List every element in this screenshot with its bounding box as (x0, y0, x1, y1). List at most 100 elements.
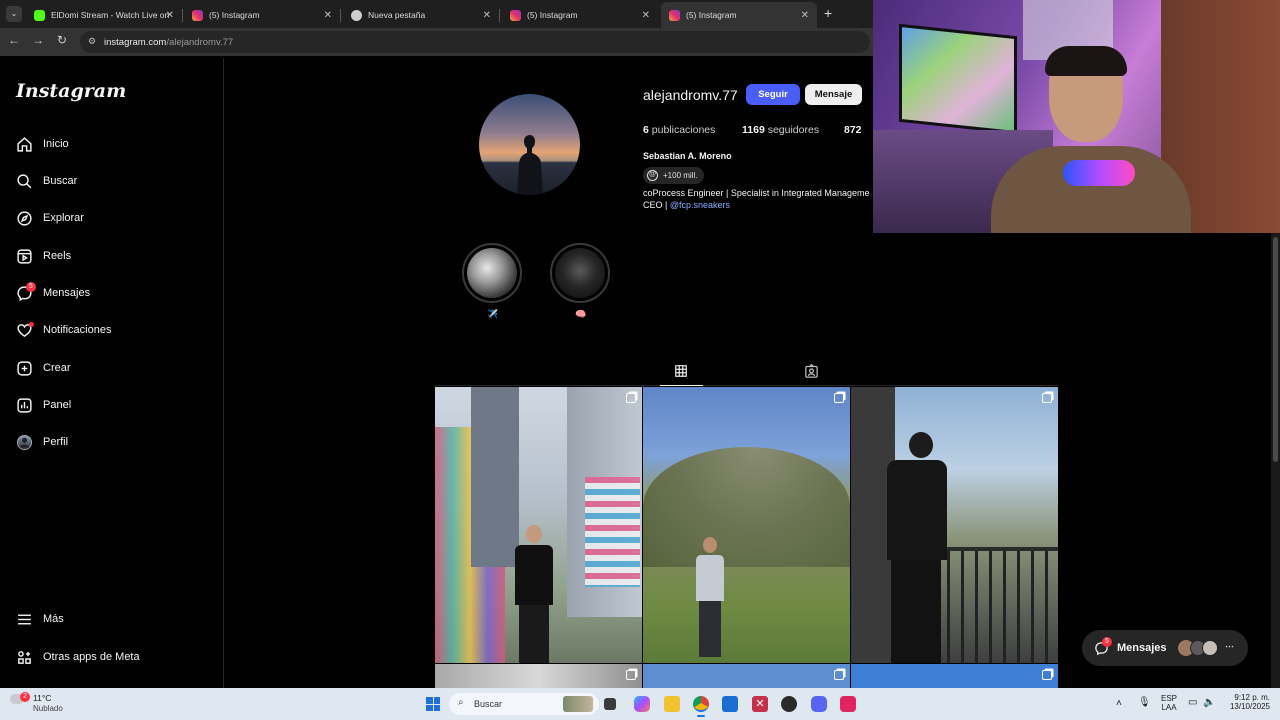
reels-icon (17, 248, 32, 264)
grid-icon (675, 365, 687, 377)
browser-tab[interactable]: ElDomi Stream - Watch Live on ✕ (26, 2, 183, 28)
profile-username: alejandromv.77 (643, 87, 738, 103)
tagged-icon (805, 363, 818, 378)
browser-tab-active[interactable]: (5) Instagram ✕ (661, 2, 817, 28)
highlight-label: ✈️ (487, 309, 499, 319)
carousel-icon (834, 670, 844, 680)
clock-date: 13/10/2025 (1229, 702, 1270, 711)
threads-icon: @ (647, 170, 658, 181)
url-host: instagram.com (104, 36, 167, 48)
story-highlight[interactable] (462, 243, 522, 303)
tab-search-button[interactable]: ⌄ (6, 6, 22, 22)
start-button[interactable] (426, 697, 440, 711)
sidebar-item-perfil[interactable]: Perfil (16, 432, 68, 452)
compass-icon (17, 210, 32, 226)
sidebar-item-inicio[interactable]: Inicio (16, 134, 69, 154)
post-tile[interactable] (851, 664, 1058, 688)
messages-badge: 5 (26, 282, 36, 292)
notification-dot (29, 322, 34, 327)
sidebar-item-label: Explorar (43, 212, 84, 224)
webcam-overlay (873, 0, 1280, 233)
follow-button[interactable]: Seguir (746, 84, 800, 105)
post-hills (643, 447, 850, 567)
sidebar-item-meta-apps[interactable]: Otras apps de Meta (16, 647, 140, 667)
close-icon[interactable]: ✕ (483, 10, 491, 21)
sidebar-item-reels[interactable]: Reels (16, 246, 71, 266)
browser-tab[interactable]: (5) Instagram ✕ (184, 2, 341, 28)
threads-badge[interactable]: @ +100 mill. (643, 167, 705, 184)
carousel-icon (626, 670, 636, 680)
story-highlight[interactable] (550, 243, 610, 303)
clock-time: 9:12 p. m. (1234, 693, 1270, 702)
store-icon[interactable] (722, 696, 738, 712)
task-view-icon[interactable] (604, 698, 616, 710)
sidebar-item-crear[interactable]: Crear (16, 358, 71, 378)
sidebar-item-buscar[interactable]: Buscar (16, 171, 77, 191)
webcam-person (991, 46, 1191, 233)
browser-tab[interactable]: Nueva pestaña ✕ (343, 2, 500, 28)
sidebar-item-explorar[interactable]: Explorar (16, 208, 84, 228)
chrome-icon (351, 9, 362, 21)
file-explorer-icon[interactable] (664, 696, 680, 712)
sidebar-item-mas[interactable]: Más (16, 609, 64, 629)
post-tile[interactable] (643, 664, 850, 688)
back-arrow-icon[interactable]: ← (6, 33, 22, 47)
tab-title: ElDomi Stream - Watch Live on (51, 10, 170, 20)
weather-temp: 11°C (33, 693, 52, 703)
address-bar[interactable]: ⚙ instagram.com/alejandromv.77 (80, 31, 870, 53)
instagram-icon (510, 9, 521, 21)
close-icon[interactable]: ✕ (801, 10, 809, 21)
network-icon[interactable]: ▭ (1188, 697, 1197, 708)
microphone-icon[interactable]: 🎙 (1138, 697, 1151, 708)
post-tile[interactable] (435, 664, 642, 688)
language-indicator[interactable]: ESP LAA (1158, 694, 1180, 712)
volume-icon[interactable]: 🔈 (1203, 697, 1215, 708)
message-button[interactable]: Mensaje (805, 84, 862, 105)
close-icon[interactable]: ✕ (642, 10, 650, 21)
excel-like-icon[interactable]: ✕ (752, 696, 768, 712)
bio-mention-link[interactable]: @fcp.sneakers (670, 200, 730, 210)
clock[interactable]: 9:12 p. m. 13/10/2025 (1222, 693, 1270, 711)
language-top: ESP (1160, 694, 1177, 703)
following-stat[interactable]: 872 (844, 124, 862, 136)
highlight-cover (555, 248, 605, 298)
instagram-icon (192, 9, 203, 21)
close-icon[interactable]: ✕ (324, 10, 332, 21)
carousel-icon (1042, 393, 1052, 403)
discord-icon[interactable] (811, 696, 827, 712)
post-tile[interactable] (643, 387, 850, 663)
chevron-up-icon[interactable]: ˄ (1116, 698, 1122, 709)
webcam-microphone (1063, 160, 1135, 186)
search-icon (17, 173, 32, 188)
floating-messages-button[interactable]: Mensajes ⋯ (1082, 630, 1248, 666)
tiktok-icon[interactable] (840, 696, 856, 712)
followers-stat[interactable]: 1169 seguidores (742, 124, 819, 136)
more-icon[interactable]: ⋯ (1225, 641, 1234, 652)
carousel-icon (626, 393, 636, 403)
close-icon[interactable]: ✕ (166, 10, 174, 21)
avatar-icon (17, 434, 32, 450)
sidebar-item-label: Inicio (43, 138, 69, 150)
tab-posts[interactable] (660, 361, 703, 386)
new-tab-button[interactable]: + (824, 5, 832, 21)
following-count: 872 (844, 124, 862, 136)
post-tower (471, 387, 519, 567)
site-info-icon[interactable]: ⚙ (88, 36, 96, 47)
obs-icon[interactable] (781, 696, 797, 712)
sidebar-item-panel[interactable]: Panel (16, 395, 71, 415)
chrome-icon[interactable] (693, 696, 709, 712)
forward-arrow-icon[interactable]: → (30, 33, 46, 47)
sidebar-item-label: Notificaciones (43, 324, 112, 336)
post-tile[interactable] (435, 387, 642, 663)
instagram-logo[interactable]: Instagram (16, 80, 126, 102)
taskbar-search[interactable]: ⌕ Buscar (449, 693, 599, 715)
floating-messages-label: Mensajes (1117, 642, 1167, 654)
page-scrollbar[interactable] (1271, 233, 1280, 688)
copilot-icon[interactable] (634, 696, 650, 712)
profile-avatar[interactable] (479, 94, 580, 195)
tab-tagged[interactable] (804, 363, 819, 384)
browser-tab[interactable]: (5) Instagram ✕ (502, 2, 658, 28)
post-tile[interactable] (851, 387, 1058, 663)
highlight-cover (467, 248, 517, 298)
reload-icon[interactable]: ↻ (54, 33, 70, 47)
